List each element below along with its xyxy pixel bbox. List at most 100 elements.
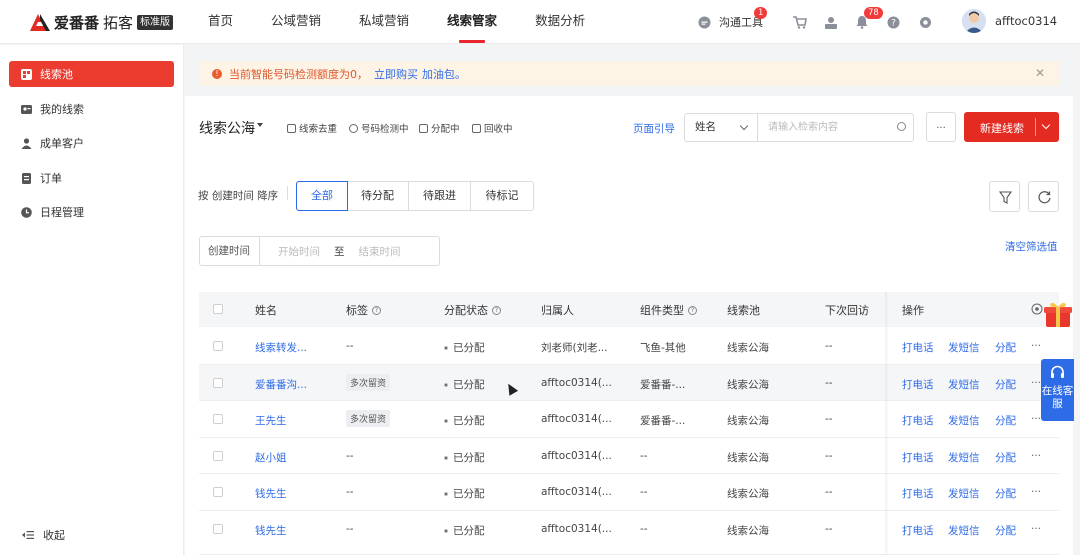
nav-public-marketing[interactable]: 公域营销 xyxy=(271,0,321,44)
lead-name-link[interactable]: 赵小姐 xyxy=(255,450,287,465)
row-more-button[interactable]: ··· xyxy=(1031,523,1041,535)
username[interactable]: afftoc0314 xyxy=(995,14,1057,28)
lead-name-link[interactable]: 线索转发... xyxy=(255,340,307,355)
table-row[interactable]: 王先生 多次留资 已分配 afftoc0314(... 爱番番-... 线索公海… xyxy=(199,401,1059,438)
table-row[interactable]: 爱番番沟... 多次留资 已分配 afftoc0314(... 爱番番-... … xyxy=(199,364,1059,401)
filter-button[interactable] xyxy=(989,181,1020,212)
sms-link[interactable]: 发短信 xyxy=(948,523,980,538)
clear-filters-link[interactable]: 清空筛选值 xyxy=(1005,239,1058,254)
row-more-button[interactable]: ··· xyxy=(1031,486,1041,498)
page-title[interactable]: 线索公海 xyxy=(199,118,255,138)
sidebar-item-lead-pool[interactable]: 线索池 xyxy=(9,61,174,87)
type-cell: 飞鱼-其他 xyxy=(640,342,686,354)
assigning-button[interactable]: 分配中 xyxy=(419,121,460,135)
help-button[interactable]: ? xyxy=(887,13,900,31)
table-row[interactable]: 赵小姐 -- 已分配 afftoc0314(... -- 线索公海 -- 打电话… xyxy=(199,437,1059,474)
sms-link[interactable]: 发短信 xyxy=(948,413,980,428)
row-checkbox[interactable] xyxy=(213,414,223,424)
sms-link[interactable]: 发短信 xyxy=(948,450,980,465)
sms-link[interactable]: 发短信 xyxy=(948,377,980,392)
logo[interactable]: 爱番番 拓客 标准版 xyxy=(28,9,174,35)
lead-name-link[interactable]: 钱先生 xyxy=(255,523,287,538)
call-link[interactable]: 打电话 xyxy=(902,486,934,501)
assign-link[interactable]: 分配 xyxy=(995,377,1016,392)
addon-pack-link[interactable]: 加油包。 xyxy=(422,66,466,82)
sms-link[interactable]: 发短信 xyxy=(948,340,980,355)
row-more-button[interactable]: ··· xyxy=(1031,340,1041,352)
row-more-button[interactable]: ··· xyxy=(1031,377,1041,389)
row-checkbox[interactable] xyxy=(213,523,223,534)
gift-icon[interactable] xyxy=(1043,300,1073,328)
close-icon[interactable]: ✕ xyxy=(1035,66,1045,80)
created-time-filter[interactable]: 创建时间 开始时间 至 结束时间 xyxy=(199,236,440,266)
row-more-button[interactable]: ··· xyxy=(1031,450,1041,462)
online-support-button[interactable]: 在线客服 xyxy=(1041,359,1074,421)
row-more-button[interactable]: ··· xyxy=(1031,413,1041,425)
help-icon[interactable]: ? xyxy=(372,305,381,315)
assign-link[interactable]: 分配 xyxy=(995,486,1016,501)
cart-icon xyxy=(793,15,807,29)
start-date-input[interactable]: 开始时间 xyxy=(278,244,320,259)
tab-all[interactable]: 全部 xyxy=(296,181,348,211)
collapse-sidebar-button[interactable]: 收起 xyxy=(22,527,65,543)
lead-name-link[interactable]: 钱先生 xyxy=(255,486,287,501)
tab-to-assign[interactable]: 待分配 xyxy=(347,182,409,210)
row-checkbox[interactable] xyxy=(213,377,223,388)
search-input[interactable]: 请输入检索内容 xyxy=(757,113,914,142)
table-row[interactable]: 钱先生 -- 已分配 afftoc0314(... -- 线索公海 -- 打电话… xyxy=(199,474,1059,511)
assign-link[interactable]: 分配 xyxy=(995,450,1016,465)
sidebar-item-orders[interactable]: 订单 xyxy=(9,165,174,191)
sidebar-item-my-leads[interactable]: 我的线索 xyxy=(9,96,174,122)
refresh-button[interactable] xyxy=(1028,181,1059,212)
number-check-button[interactable]: 号码检测中 xyxy=(349,121,409,135)
settings-button[interactable] xyxy=(919,13,932,31)
sidebar-item-schedule[interactable]: 日程管理 xyxy=(9,199,174,225)
row-checkbox[interactable] xyxy=(213,487,223,497)
call-link[interactable]: 打电话 xyxy=(902,340,934,355)
nav-home[interactable]: 首页 xyxy=(208,0,233,44)
nav-data-analysis[interactable]: 数据分析 xyxy=(535,0,585,44)
tab-to-follow[interactable]: 待跟进 xyxy=(409,182,471,210)
nav-lead-manager[interactable]: 线索管家 xyxy=(447,0,497,44)
dedupe-button[interactable]: 线索去重 xyxy=(287,121,337,135)
select-all-checkbox[interactable] xyxy=(213,304,223,314)
status-cell: 已分配 xyxy=(444,450,485,465)
assign-link[interactable]: 分配 xyxy=(995,523,1016,538)
end-date-input[interactable]: 结束时间 xyxy=(359,244,401,259)
sidebar-item-customers[interactable]: 成单客户 xyxy=(9,130,174,156)
call-link[interactable]: 打电话 xyxy=(902,523,934,538)
row-checkbox[interactable] xyxy=(213,450,223,461)
lead-name-link[interactable]: 爱番番沟... xyxy=(255,377,307,392)
chat-tool-button[interactable]: 沟通工具 1 xyxy=(698,7,768,31)
buy-now-link[interactable]: 立即购买 xyxy=(374,66,418,82)
avatar[interactable] xyxy=(962,9,986,33)
nav-private-marketing[interactable]: 私域营销 xyxy=(359,0,409,44)
row-checkbox[interactable] xyxy=(213,341,223,351)
recycling-button[interactable]: 回收中 xyxy=(472,121,513,135)
lead-name-link[interactable]: 王先生 xyxy=(255,413,287,428)
table-row[interactable]: 线索转发... -- 已分配 刘老师(刘老... 飞鱼-其他 线索公海 -- 打… xyxy=(199,328,1059,365)
dedupe-label: 线索去重 xyxy=(299,124,338,135)
user-upload-button[interactable] xyxy=(824,13,838,31)
table-row[interactable]: 钱先生 -- 已分配 afftoc0314(... -- 线索公海 -- 打电话… xyxy=(199,510,1059,555)
assign-link[interactable]: 分配 xyxy=(995,413,1016,428)
help-icon[interactable]: ? xyxy=(688,305,697,315)
cart-button[interactable] xyxy=(793,13,807,31)
call-link[interactable]: 打电话 xyxy=(902,413,934,428)
page-guide-link[interactable]: 页面引导 xyxy=(633,121,675,136)
call-link[interactable]: 打电话 xyxy=(902,450,934,465)
more-button[interactable]: ... xyxy=(926,112,956,142)
call-link[interactable]: 打电话 xyxy=(902,377,934,392)
new-lead-button[interactable]: 新建线索 xyxy=(964,112,1059,142)
chevron-down-icon[interactable] xyxy=(1041,120,1051,130)
column-settings-icon[interactable] xyxy=(1031,303,1043,315)
sms-link[interactable]: 发短信 xyxy=(948,486,980,501)
assign-link[interactable]: 分配 xyxy=(995,340,1016,355)
notification-button[interactable]: 78 xyxy=(856,7,883,31)
caret-down-icon[interactable] xyxy=(257,123,263,127)
search-icon[interactable] xyxy=(897,122,906,131)
help-icon[interactable]: ? xyxy=(492,305,501,315)
sort-indicator[interactable]: 按 创建时间 降序 xyxy=(198,188,278,203)
search-field-select[interactable]: 姓名 xyxy=(684,113,758,142)
tab-to-mark[interactable]: 待标记 xyxy=(471,182,533,210)
